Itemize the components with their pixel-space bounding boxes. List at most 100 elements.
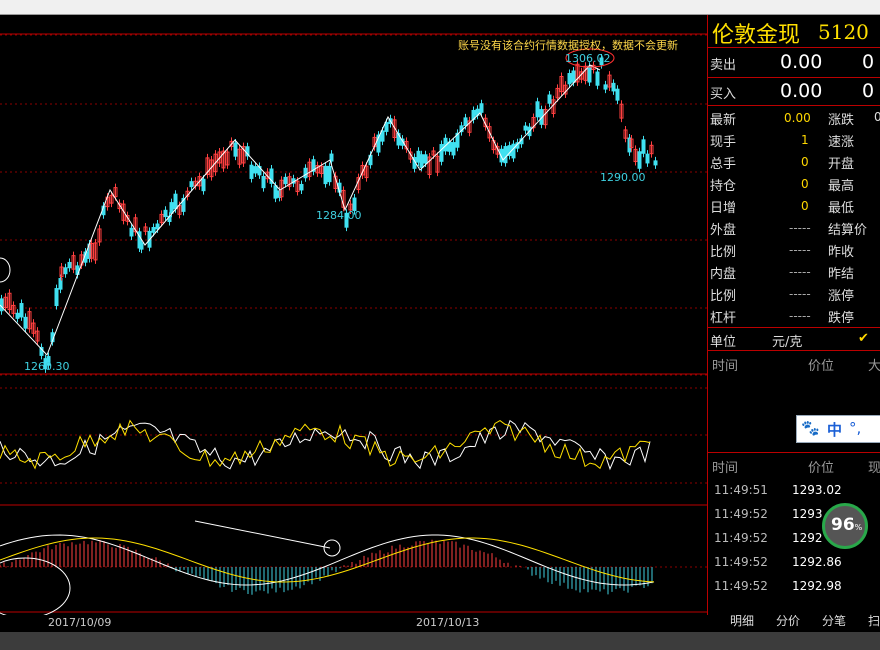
status-bar xyxy=(0,632,880,650)
ime-mode: 中 xyxy=(827,421,843,439)
unit-value: 元/克 xyxy=(772,335,803,350)
candle-body xyxy=(261,175,266,189)
row-right-label: 结算价 xyxy=(828,223,868,238)
punct-icon: °, xyxy=(849,419,862,437)
candle-body xyxy=(511,143,516,159)
row-label: 日增 xyxy=(710,201,737,216)
buy-price: 0.00 xyxy=(780,80,823,102)
candle-body xyxy=(587,65,592,83)
gauge-value: 96% xyxy=(831,515,863,535)
row-value: ----- xyxy=(789,221,811,235)
low-price-label: 1260.30 xyxy=(24,360,70,373)
check-icon[interactable]: ✔ xyxy=(858,331,869,346)
candle-body xyxy=(139,242,144,250)
progress-gauge[interactable]: 96% xyxy=(822,503,868,549)
divergence-marker xyxy=(323,539,341,557)
divergence-line xyxy=(194,520,331,549)
tick-price: 1292.86 xyxy=(792,555,842,569)
left-marker xyxy=(0,257,11,283)
tick-price: 1292.98 xyxy=(792,579,842,593)
menu-bar xyxy=(0,0,880,15)
high-price-label: 1306.02 xyxy=(565,52,611,65)
tab-scan[interactable]: 扫 xyxy=(868,612,880,629)
col-time2: 时间 xyxy=(712,461,739,476)
tick-time: 11:49:52 xyxy=(714,531,768,545)
candle-body xyxy=(523,125,528,131)
col-price: 价位 xyxy=(808,359,835,374)
kline-chart-area[interactable] xyxy=(0,15,707,615)
candle-body xyxy=(189,181,194,188)
instrument-title: 伦敦金现 xyxy=(712,23,801,48)
candle-body xyxy=(283,176,288,185)
col-now: 现 xyxy=(868,461,880,476)
candle-body xyxy=(19,303,24,318)
unit-label: 单位 xyxy=(710,335,737,350)
row-right-label: 昨收 xyxy=(828,245,855,260)
candle-body xyxy=(419,154,424,168)
tick-price: 1293.02 xyxy=(792,483,842,497)
low3-price-label: 1290.00 xyxy=(600,171,646,184)
row-value: ----- xyxy=(789,265,811,279)
row-label: 外盘 xyxy=(710,223,737,238)
row-label: 比例 xyxy=(710,289,737,304)
row-label: 现手 xyxy=(710,135,737,150)
candle-body xyxy=(327,165,332,183)
tick-time: 11:49:52 xyxy=(714,507,768,521)
buy-label: 买入 xyxy=(710,87,737,102)
row-right-label: 最高 xyxy=(828,179,855,194)
candle-body xyxy=(15,312,20,319)
row-value: 0.00 xyxy=(784,111,811,125)
candle-body xyxy=(641,139,646,154)
instrument-code: 5120 xyxy=(818,20,869,44)
sell-label: 卖出 xyxy=(710,58,737,73)
candle-body xyxy=(479,103,484,113)
tab-price[interactable]: 分价 xyxy=(776,612,800,629)
row-value: 0 xyxy=(801,155,809,169)
candle-body xyxy=(451,142,456,156)
date-label-2: 2017/10/13 xyxy=(416,616,480,629)
candle-body xyxy=(233,142,238,157)
candle-body xyxy=(380,130,385,142)
candle-body xyxy=(535,101,540,118)
row-right-label: 涨停 xyxy=(828,289,855,304)
tab-detail[interactable]: 明细 xyxy=(730,612,754,629)
candle-body xyxy=(163,209,168,218)
row-right-label: 跌停 xyxy=(828,311,855,326)
candle-body xyxy=(201,178,206,192)
paw-icon: 🐾 xyxy=(801,419,820,437)
tick-price: 1292 xyxy=(792,531,823,545)
row-value: ----- xyxy=(789,309,811,323)
buy-volume: 0 xyxy=(862,80,875,102)
candle-body xyxy=(503,146,508,164)
tick-time: 11:49:51 xyxy=(714,483,768,497)
kline-svg[interactable] xyxy=(0,15,707,615)
candle-body xyxy=(303,167,308,179)
row-value: 0 xyxy=(801,177,809,191)
ime-toolbar[interactable]: 🐾 中 °, xyxy=(796,415,880,443)
row-label: 比例 xyxy=(710,245,737,260)
candle-body xyxy=(615,88,620,101)
row-label: 内盘 xyxy=(710,267,737,282)
candle-body xyxy=(547,94,552,104)
candle-body xyxy=(439,144,444,162)
candle-body xyxy=(637,151,642,169)
candle-body xyxy=(384,122,389,132)
candle-body xyxy=(423,154,428,164)
candle-body xyxy=(151,227,156,233)
tab-tick[interactable]: 分笔 xyxy=(822,612,846,629)
low2-price-label: 1284.00 xyxy=(316,209,362,222)
candle-body xyxy=(603,84,608,90)
col-price2: 价位 xyxy=(808,461,835,476)
row-right-label: 速涨 xyxy=(828,135,855,150)
candle-body xyxy=(571,70,576,83)
candle-body xyxy=(23,316,28,329)
row-right-label: 最低 xyxy=(828,201,855,216)
row-right-label: 涨跌 xyxy=(828,113,855,128)
col-big: 大 xyxy=(868,359,880,374)
date-label-1: 2017/10/09 xyxy=(48,616,112,629)
sell-price: 0.00 xyxy=(780,51,823,73)
candle-body xyxy=(323,165,328,185)
candle-body xyxy=(173,193,178,210)
candle-body xyxy=(155,223,160,230)
candle-body xyxy=(129,227,134,237)
